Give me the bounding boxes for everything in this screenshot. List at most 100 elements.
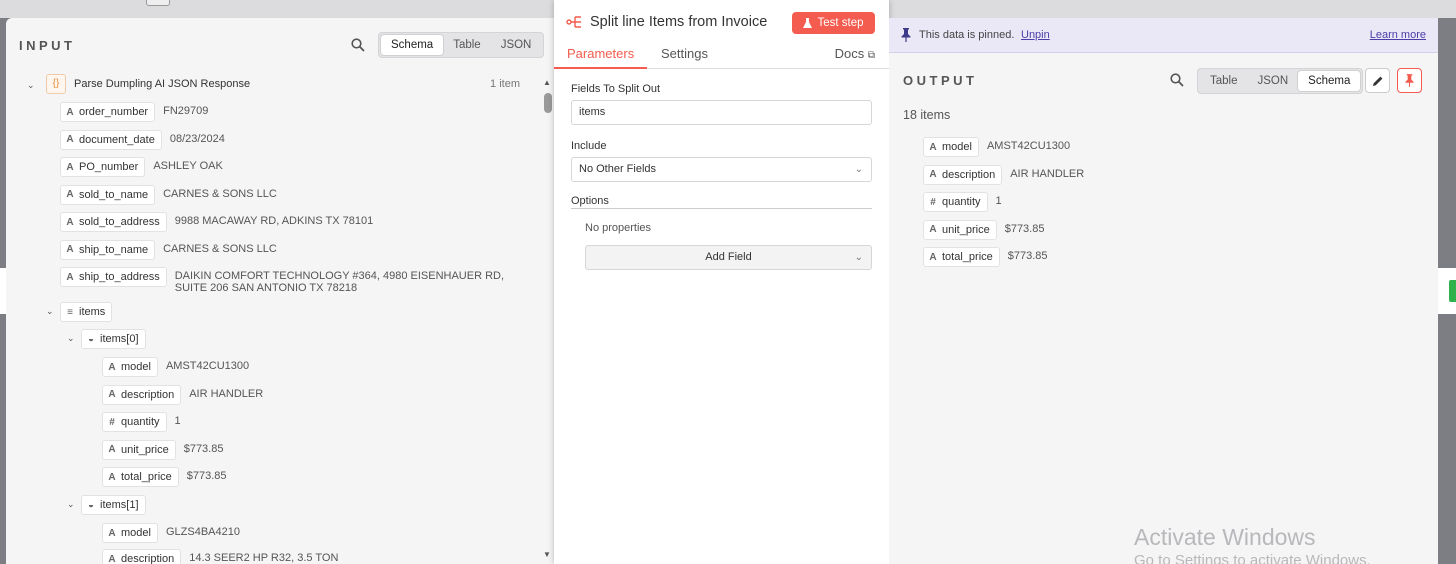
test-step-label: Test step xyxy=(817,17,864,29)
field-key-pill[interactable]: Asold_to_name xyxy=(60,184,156,205)
field-value: AIR HANDLER xyxy=(189,387,264,400)
field-key-pill[interactable]: Atotal_price xyxy=(923,247,1000,267)
schema-field-row[interactable]: Aunit_price $773.85 xyxy=(923,219,1044,240)
output-tab-json[interactable]: JSON xyxy=(1248,71,1299,91)
schema-field-row[interactable]: Amodel AMST42CU1300 xyxy=(102,357,249,377)
docs-link[interactable]: Docs ⧉ xyxy=(835,46,875,61)
output-view-switcher: Table JSON Schema xyxy=(1197,68,1364,94)
schema-field-row[interactable]: Adescription 14.3 SEER2 HP R32, 3.5 TON xyxy=(102,549,338,564)
chevron-down-icon[interactable]: ⌄ xyxy=(46,306,56,316)
schema-group-row[interactable]: ◒ items[0] xyxy=(81,329,146,349)
schema-field-row[interactable]: Atotal_price $773.85 xyxy=(102,467,227,487)
scroll-down-icon[interactable]: ▼ xyxy=(543,550,551,559)
schema-field-row[interactable]: Asold_to_name CARNES & SONS LLC xyxy=(60,184,277,205)
field-key-pill[interactable]: Amodel xyxy=(102,523,158,543)
output-panel: This data is pinned. Unpin Learn more OU… xyxy=(889,18,1438,564)
chevron-down-icon[interactable]: ⌄ xyxy=(67,499,77,509)
unpin-button[interactable] xyxy=(1397,68,1422,93)
schema-field-row[interactable]: Asold_to_address 9988 MACAWAY RD, ADKINS … xyxy=(60,212,373,232)
string-type-icon: A xyxy=(108,553,116,564)
field-value: AMST42CU1300 xyxy=(165,360,250,372)
field-key-pill[interactable]: Aship_to_name xyxy=(60,239,156,260)
schema-field-row[interactable]: # quantity 1 xyxy=(102,412,181,432)
scroll-up-icon[interactable]: ▲ xyxy=(543,78,551,87)
field-key-pill[interactable]: # quantity xyxy=(923,192,988,212)
field-value: AIR HANDLER xyxy=(1010,167,1085,180)
schema-field-row[interactable]: Amodel GLZS4BA4210 xyxy=(102,523,240,543)
chevron-down-icon: ⌄ xyxy=(854,252,863,263)
schema-field-row[interactable]: Atotal_price $773.85 xyxy=(923,247,1048,267)
tab-settings[interactable]: Settings xyxy=(661,46,708,61)
schema-field-row[interactable]: Adescription AIR HANDLER xyxy=(102,384,264,405)
group-label: items[0] xyxy=(100,333,139,345)
field-key: total_price xyxy=(942,251,993,263)
schema-field-row[interactable]: Aorder_number FN29709 xyxy=(60,102,208,122)
field-key: ship_to_address xyxy=(79,271,160,283)
chevron-down-icon[interactable]: ⌄ xyxy=(27,80,37,90)
input-tab-schema[interactable]: Schema xyxy=(381,35,444,55)
schema-field-row[interactable]: # quantity 1 xyxy=(923,192,1002,212)
field-key-pill[interactable]: Aorder_number xyxy=(60,102,156,122)
search-icon[interactable] xyxy=(1170,73,1184,87)
docs-label: Docs xyxy=(834,46,865,61)
field-key-pill[interactable]: # quantity xyxy=(102,412,167,432)
field-value: $773.85 xyxy=(1007,250,1048,262)
field-key-pill[interactable]: Atotal_price xyxy=(102,467,179,487)
include-select[interactable]: No Other Fields ⌄ xyxy=(571,157,872,182)
string-type-icon: A xyxy=(66,189,74,200)
fields-to-split-input[interactable]: items xyxy=(571,100,872,125)
field-key: unit_price xyxy=(121,443,169,456)
output-items-count: 18 items xyxy=(903,108,951,122)
add-field-button[interactable]: Add Field ⌄ xyxy=(585,245,872,270)
chevron-down-icon[interactable]: ⌄ xyxy=(67,333,77,343)
schema-field-row[interactable]: Aunit_price $773.85 xyxy=(102,439,223,460)
tab-parameters[interactable]: Parameters xyxy=(567,46,634,61)
test-step-button[interactable]: Test step xyxy=(792,12,875,34)
split-node-icon xyxy=(566,16,581,28)
input-tab-json[interactable]: JSON xyxy=(491,35,542,55)
edit-button[interactable] xyxy=(1365,68,1390,93)
schema-field-row[interactable]: A PO_number ASHLEY OAK xyxy=(60,157,223,177)
field-key-pill[interactable]: A PO_number xyxy=(60,157,146,177)
field-key-pill[interactable]: Aunit_price xyxy=(923,219,997,240)
pin-icon xyxy=(1405,74,1414,87)
scrollbar-thumb[interactable] xyxy=(544,93,552,113)
field-key: sold_to_address xyxy=(79,216,160,228)
field-key-pill[interactable]: Aunit_price xyxy=(102,439,176,460)
schema-field-row[interactable]: Aship_to_name CARNES & SONS LLC xyxy=(60,239,277,260)
field-key-pill[interactable]: Aship_to_address xyxy=(60,267,167,287)
group-key-pill[interactable]: ≡ items xyxy=(60,302,113,322)
schema-group-row[interactable]: ◒ items[1] xyxy=(81,495,146,515)
search-icon[interactable] xyxy=(351,38,365,52)
canvas-toolbar-button[interactable] xyxy=(146,0,170,6)
field-key-pill[interactable]: Adescription xyxy=(923,164,1003,185)
field-value: DAIKIN COMFORT TECHNOLOGY #364, 4980 EIS… xyxy=(174,270,505,294)
input-view-switcher: Schema Table JSON xyxy=(378,32,545,58)
field-key: ship_to_name xyxy=(79,243,149,256)
root-node[interactable]: {} Parse Dumpling AI JSON Response xyxy=(46,74,250,94)
root-item-count: 1 item xyxy=(490,78,520,90)
schema-field-row[interactable]: Adescription AIR HANDLER xyxy=(923,164,1085,185)
unpin-link[interactable]: Unpin xyxy=(1021,29,1050,41)
learn-more-link[interactable]: Learn more xyxy=(1370,29,1426,41)
schema-field-row[interactable]: Adocument_date 08/23/2024 xyxy=(60,129,225,150)
field-value: 1 xyxy=(174,415,181,427)
group-key-pill[interactable]: ◒ items[0] xyxy=(81,329,146,349)
field-key-pill[interactable]: Amodel xyxy=(102,357,158,377)
field-key-pill[interactable]: Adocument_date xyxy=(60,129,162,150)
input-tab-table[interactable]: Table xyxy=(443,35,491,55)
field-key-pill[interactable]: Adescription xyxy=(102,549,182,564)
group-key-pill[interactable]: ◒ items[1] xyxy=(81,495,146,515)
input-scrollbar[interactable]: ▲ ▼ xyxy=(541,76,554,564)
field-key: document_date xyxy=(79,133,155,146)
schema-field-row[interactable]: Amodel AMST42CU1300 xyxy=(923,137,1070,157)
schema-field-row[interactable]: Aship_to_address DAIKIN COMFORT TECHNOLOG… xyxy=(60,267,505,294)
node-settings-panel: Split line Items from Invoice Test step … xyxy=(554,0,889,564)
field-value: $773.85 xyxy=(186,470,227,482)
field-key-pill[interactable]: Asold_to_address xyxy=(60,212,167,232)
field-key-pill[interactable]: Amodel xyxy=(923,137,979,157)
field-key-pill[interactable]: Adescription xyxy=(102,384,182,405)
schema-group-row[interactable]: ≡ items xyxy=(60,302,113,322)
output-tab-schema[interactable]: Schema xyxy=(1298,71,1361,91)
output-tab-table[interactable]: Table xyxy=(1200,71,1248,91)
